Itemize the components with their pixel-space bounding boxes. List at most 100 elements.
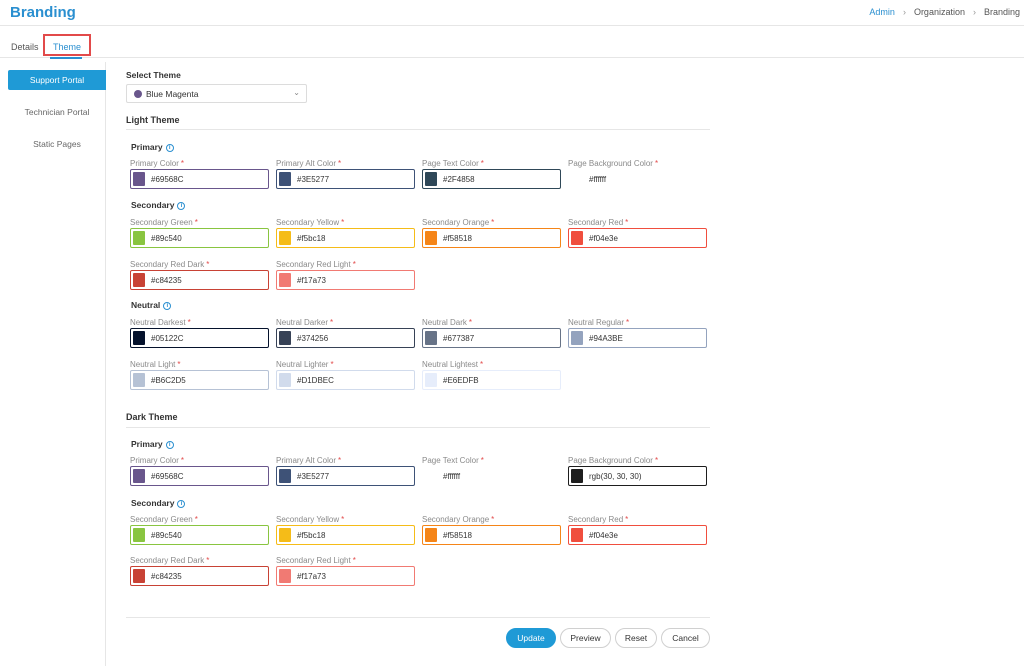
color-swatch[interactable] — [279, 231, 291, 245]
color-swatch[interactable] — [279, 273, 291, 287]
secondary-red-light-input[interactable]: #f17a73 — [276, 270, 415, 290]
color-swatch[interactable] — [425, 528, 437, 542]
tab-details[interactable]: Details — [11, 42, 39, 52]
color-swatch[interactable] — [133, 273, 145, 287]
color-swatch[interactable] — [279, 373, 291, 387]
page-text-color-input[interactable]: #ffffff — [422, 466, 561, 486]
neutral-darkest-input[interactable]: #05122C — [130, 328, 269, 348]
color-swatch[interactable] — [279, 331, 291, 345]
neutral-regular-input[interactable]: #94A3BE — [568, 328, 707, 348]
primary-alt-color-input[interactable]: #3E5277 — [276, 466, 415, 486]
primary-color-value: #69568C — [151, 175, 184, 184]
color-swatch[interactable] — [571, 528, 583, 542]
color-swatch[interactable] — [279, 569, 291, 583]
primary-alt-color-input[interactable]: #3E5277 — [276, 169, 415, 189]
color-swatch[interactable] — [425, 231, 437, 245]
sidebar-item-support-portal[interactable]: Support Portal — [8, 70, 106, 90]
color-swatch[interactable] — [571, 331, 583, 345]
color-swatch[interactable] — [571, 231, 583, 245]
info-icon[interactable]: i — [177, 202, 186, 210]
update-button[interactable]: Update — [506, 628, 556, 648]
info-icon[interactable]: i — [165, 441, 174, 449]
secondary-red-value: #f04e3e — [589, 234, 618, 243]
neutral-light-label: Neutral Light * — [130, 360, 181, 369]
neutral-dark-value: #677387 — [443, 334, 475, 343]
secondary-red-dark-input[interactable]: #c84235 — [130, 566, 269, 586]
sidebar-item-static-pages[interactable]: Static Pages — [8, 134, 106, 154]
secondary-red-dark-input[interactable]: #c84235 — [130, 270, 269, 290]
secondary-yellow-input[interactable]: #f5bc18 — [276, 228, 415, 248]
color-swatch[interactable] — [279, 469, 291, 483]
neutral-lightest-input[interactable]: #E6EDFB — [422, 370, 561, 390]
secondary-green-input[interactable]: #89c540 — [130, 525, 269, 545]
neutral-darker-input[interactable]: #374256 — [276, 328, 415, 348]
secondary-orange-label: Secondary Orange * — [422, 515, 495, 524]
secondary-orange-value: #f58518 — [443, 531, 472, 540]
neutral-light-input[interactable]: #B6C2D5 — [130, 370, 269, 390]
breadcrumb-branding: Branding — [983, 7, 1020, 17]
breadcrumb-organization[interactable]: Organization — [914, 7, 965, 17]
neutral-lighter-input[interactable]: #D1DBEC — [276, 370, 415, 390]
page-text-color-value: #2F4858 — [443, 175, 475, 184]
secondary-green-input[interactable]: #89c540 — [130, 228, 269, 248]
page-background-color-input[interactable]: rgb(30, 30, 30) — [568, 466, 707, 486]
neutral-lightest-value: #E6EDFB — [443, 376, 479, 385]
footer-divider — [126, 617, 710, 618]
secondary-orange-value: #f58518 — [443, 234, 472, 243]
neutral-regular-value: #94A3BE — [589, 334, 623, 343]
secondary-red-dark-value: #c84235 — [151, 572, 182, 581]
secondary-orange-input[interactable]: #f58518 — [422, 228, 561, 248]
reset-button[interactable]: Reset — [615, 628, 657, 648]
breadcrumb-admin[interactable]: Admin — [869, 7, 895, 17]
sidebar-item-technician-portal[interactable]: Technician Portal — [8, 102, 106, 122]
chevron-right-icon: › — [972, 7, 976, 17]
primary-color-input[interactable]: #69568C — [130, 466, 269, 486]
secondary-yellow-input[interactable]: #f5bc18 — [276, 525, 415, 545]
neutral-darkest-value: #05122C — [151, 334, 184, 343]
color-swatch[interactable] — [133, 528, 145, 542]
secondary-yellow-label: Secondary Yellow * — [276, 218, 345, 227]
primary-alt-color-value: #3E5277 — [297, 472, 330, 481]
neutral-darker-label: Neutral Darker * — [276, 318, 334, 327]
color-swatch[interactable] — [133, 172, 145, 186]
secondary-red-dark-label: Secondary Red Dark * — [130, 260, 210, 269]
select-theme-label: Select Theme — [126, 70, 181, 80]
color-swatch[interactable] — [425, 331, 437, 345]
color-swatch[interactable] — [279, 172, 291, 186]
color-swatch[interactable] — [133, 373, 145, 387]
info-icon[interactable]: i — [177, 500, 186, 508]
preview-button[interactable]: Preview — [560, 628, 611, 648]
dark-primary-title: Primary i — [131, 439, 174, 449]
light-neutral-title: Neutral i — [131, 300, 172, 310]
color-swatch[interactable] — [571, 469, 583, 483]
cancel-button[interactable]: Cancel — [661, 628, 710, 648]
info-icon[interactable]: i — [163, 302, 172, 310]
page-background-color-label: Page Background Color * — [568, 159, 659, 168]
page-text-color-value: #ffffff — [443, 472, 461, 481]
primary-alt-color-label: Primary Alt Color * — [276, 159, 342, 168]
secondary-red-light-input[interactable]: #f17a73 — [276, 566, 415, 586]
primary-color-input[interactable]: #69568C — [130, 169, 269, 189]
color-swatch[interactable] — [133, 331, 145, 345]
page-background-color-input[interactable]: #ffffff — [568, 169, 707, 189]
neutral-lighter-value: #D1DBEC — [297, 376, 334, 385]
info-icon[interactable]: i — [165, 144, 174, 152]
secondary-red-input[interactable]: #f04e3e — [568, 525, 707, 545]
color-swatch[interactable] — [133, 469, 145, 483]
color-swatch[interactable] — [425, 373, 437, 387]
color-swatch[interactable] — [279, 528, 291, 542]
theme-select[interactable]: Blue Magenta ⌄ — [126, 84, 307, 103]
secondary-orange-input[interactable]: #f58518 — [422, 525, 561, 545]
secondary-orange-label: Secondary Orange * — [422, 218, 495, 227]
color-swatch[interactable] — [425, 172, 437, 186]
color-swatch[interactable] — [133, 569, 145, 583]
tab-theme[interactable]: Theme — [53, 42, 81, 52]
chevron-down-icon: ⌄ — [293, 88, 300, 97]
secondary-red-light-value: #f17a73 — [297, 276, 326, 285]
color-swatch[interactable] — [133, 231, 145, 245]
secondary-red-input[interactable]: #f04e3e — [568, 228, 707, 248]
neutral-dark-input[interactable]: #677387 — [422, 328, 561, 348]
secondary-yellow-value: #f5bc18 — [297, 234, 326, 243]
neutral-darker-value: #374256 — [297, 334, 329, 343]
page-text-color-input[interactable]: #2F4858 — [422, 169, 561, 189]
